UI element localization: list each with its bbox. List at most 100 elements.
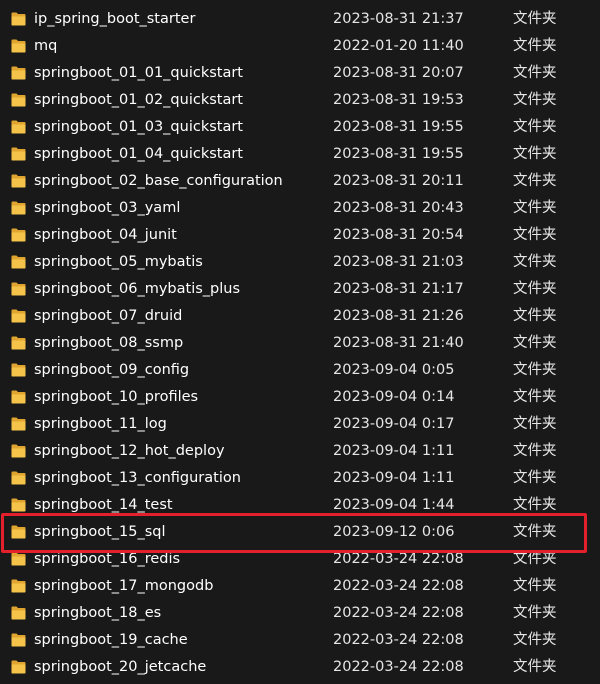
modified-date: 2023-08-31 21:37 [333, 11, 464, 27]
file-type: 文件夹 [513, 308, 557, 324]
file-name: springboot_07_druid [34, 308, 183, 324]
file-name: springboot_04_junit [34, 227, 177, 243]
folder-icon [11, 12, 26, 26]
file-type: 文件夹 [513, 605, 557, 621]
file-row[interactable]: mq 2022-01-20 11:40 文件夹 [0, 33, 600, 60]
folder-icon [11, 552, 26, 566]
file-row[interactable]: springboot_02_base_configuration 2023-08-… [0, 168, 600, 195]
folder-icon [11, 336, 26, 350]
modified-date: 2023-08-31 19:55 [333, 119, 464, 135]
file-row[interactable]: springboot_18_es 2022-03-24 22:08 文件夹 [0, 600, 600, 627]
folder-icon [11, 660, 26, 674]
modified-date: 2023-09-04 0:05 [333, 362, 455, 378]
file-row[interactable]: springboot_11_log 2023-09-04 0:17 文件夹 [0, 411, 600, 438]
file-name: springboot_20_jetcache [34, 659, 207, 675]
file-type: 文件夹 [513, 659, 557, 675]
file-row[interactable]: springboot_09_config 2023-09-04 0:05 文件夹 [0, 357, 600, 384]
file-type: 文件夹 [513, 362, 557, 378]
file-name: ip_spring_boot_starter [34, 11, 196, 27]
file-row[interactable]: springboot_20_jetcache 2022-03-24 22:08 文件… [0, 654, 600, 681]
file-type: 文件夹 [513, 119, 557, 135]
file-type: 文件夹 [513, 632, 557, 648]
modified-date: 2023-08-31 20:11 [333, 173, 464, 189]
file-row[interactable]: springboot_19_cache 2022-03-24 22:08 文件夹 [0, 627, 600, 654]
folder-icon [11, 93, 26, 107]
file-type: 文件夹 [513, 335, 557, 351]
file-type: 文件夹 [513, 38, 557, 54]
modified-date: 2023-08-31 21:03 [333, 254, 464, 270]
file-name: springboot_02_base_configuration [34, 173, 283, 189]
file-name: springboot_16_redis [34, 551, 181, 567]
file-row[interactable]: springboot_01_03_quickstart 2023-08-31 19… [0, 114, 600, 141]
modified-date: 2023-08-31 20:43 [333, 200, 464, 216]
file-row[interactable]: springboot_01_02_quickstart 2023-08-31 19… [0, 87, 600, 114]
modified-date: 2023-08-31 21:40 [333, 335, 464, 351]
file-row[interactable]: springboot_16_redis 2022-03-24 22:08 文件夹 [0, 546, 600, 573]
modified-date: 2023-09-04 1:11 [333, 470, 455, 486]
file-type: 文件夹 [513, 551, 557, 567]
folder-icon [11, 390, 26, 404]
file-row[interactable]: springboot_03_yaml 2023-08-31 20:43 文件夹 [0, 195, 600, 222]
file-row[interactable]: springboot_06_mybatis_plus 2023-08-31 21:… [0, 276, 600, 303]
file-row[interactable]: springboot_17_mongodb 2022-03-24 22:08 文件夹 [0, 573, 600, 600]
folder-icon [11, 633, 26, 647]
file-row[interactable]: springboot_14_test 2023-09-04 1:44 文件夹 [0, 492, 600, 519]
file-row[interactable]: springboot_10_profiles 2023-09-04 0:14 文件夹 [0, 384, 600, 411]
file-type: 文件夹 [513, 146, 557, 162]
file-type: 文件夹 [513, 524, 557, 540]
file-name: springboot_15_sql [34, 524, 166, 540]
modified-date: 2023-09-04 0:14 [333, 389, 455, 405]
file-type: 文件夹 [513, 281, 557, 297]
folder-icon [11, 174, 26, 188]
file-row[interactable]: springboot_04_junit 2023-08-31 20:54 文件夹 [0, 222, 600, 249]
file-row[interactable]: springboot_08_ssmp 2023-08-31 21:40 文件夹 [0, 330, 600, 357]
modified-date: 2022-03-24 22:08 [333, 659, 464, 675]
file-name: springboot_08_ssmp [34, 335, 184, 351]
modified-date: 2023-09-12 0:06 [333, 524, 455, 540]
file-name: springboot_18_es [34, 605, 162, 621]
file-row[interactable]: springboot_01_04_quickstart 2023-08-31 19… [0, 141, 600, 168]
modified-date: 2023-08-31 21:26 [333, 308, 464, 324]
folder-icon [11, 147, 26, 161]
file-name: springboot_01_01_quickstart [34, 65, 243, 81]
folder-icon [11, 444, 26, 458]
file-name: springboot_13_configuration [34, 470, 241, 486]
file-type: 文件夹 [513, 65, 557, 81]
folder-icon [11, 606, 26, 620]
file-name: springboot_03_yaml [34, 200, 181, 216]
file-row[interactable]: springboot_12_hot_deploy 2023-09-04 1:11 文… [0, 438, 600, 465]
folder-icon [11, 66, 26, 80]
file-name: springboot_12_hot_deploy [34, 443, 225, 459]
file-name: springboot_10_profiles [34, 389, 199, 405]
file-row[interactable]: springboot_13_configuration 2023-09-04 1:… [0, 465, 600, 492]
file-row[interactable]: ip_spring_boot_starter 2023-08-31 21:37 文件… [0, 6, 600, 33]
folder-icon [11, 120, 26, 134]
file-name: springboot_14_test [34, 497, 173, 513]
modified-date: 2023-09-04 1:11 [333, 443, 455, 459]
file-type: 文件夹 [513, 92, 557, 108]
folder-icon [11, 363, 26, 377]
modified-date: 2022-03-24 22:08 [333, 578, 464, 594]
file-type: 文件夹 [513, 200, 557, 216]
folder-icon [11, 498, 26, 512]
file-name: springboot_06_mybatis_plus [34, 281, 241, 297]
file-type: 文件夹 [513, 443, 557, 459]
modified-date: 2022-03-24 22:08 [333, 632, 464, 648]
file-name: springboot_11_log [34, 416, 167, 432]
file-row[interactable]: springboot_15_sql 2023-09-12 0:06 文件夹 [0, 519, 600, 546]
file-type: 文件夹 [513, 227, 557, 243]
folder-icon [11, 309, 26, 323]
file-row[interactable]: springboot_07_druid 2023-08-31 21:26 文件夹 [0, 303, 600, 330]
folder-icon [11, 228, 26, 242]
file-row[interactable]: springboot_05_mybatis 2023-08-31 21:03 文件夹 [0, 249, 600, 276]
modified-date: 2023-08-31 20:07 [333, 65, 464, 81]
file-type: 文件夹 [513, 578, 557, 594]
file-name: springboot_05_mybatis [34, 254, 203, 270]
modified-date: 2022-01-20 11:40 [333, 38, 464, 54]
file-row[interactable]: springboot_01_01_quickstart 2023-08-31 20… [0, 60, 600, 87]
file-name: springboot_17_mongodb [34, 578, 214, 594]
file-type: 文件夹 [513, 173, 557, 189]
modified-date: 2023-08-31 19:53 [333, 92, 464, 108]
file-name: springboot_01_04_quickstart [34, 146, 243, 162]
file-type: 文件夹 [513, 497, 557, 513]
